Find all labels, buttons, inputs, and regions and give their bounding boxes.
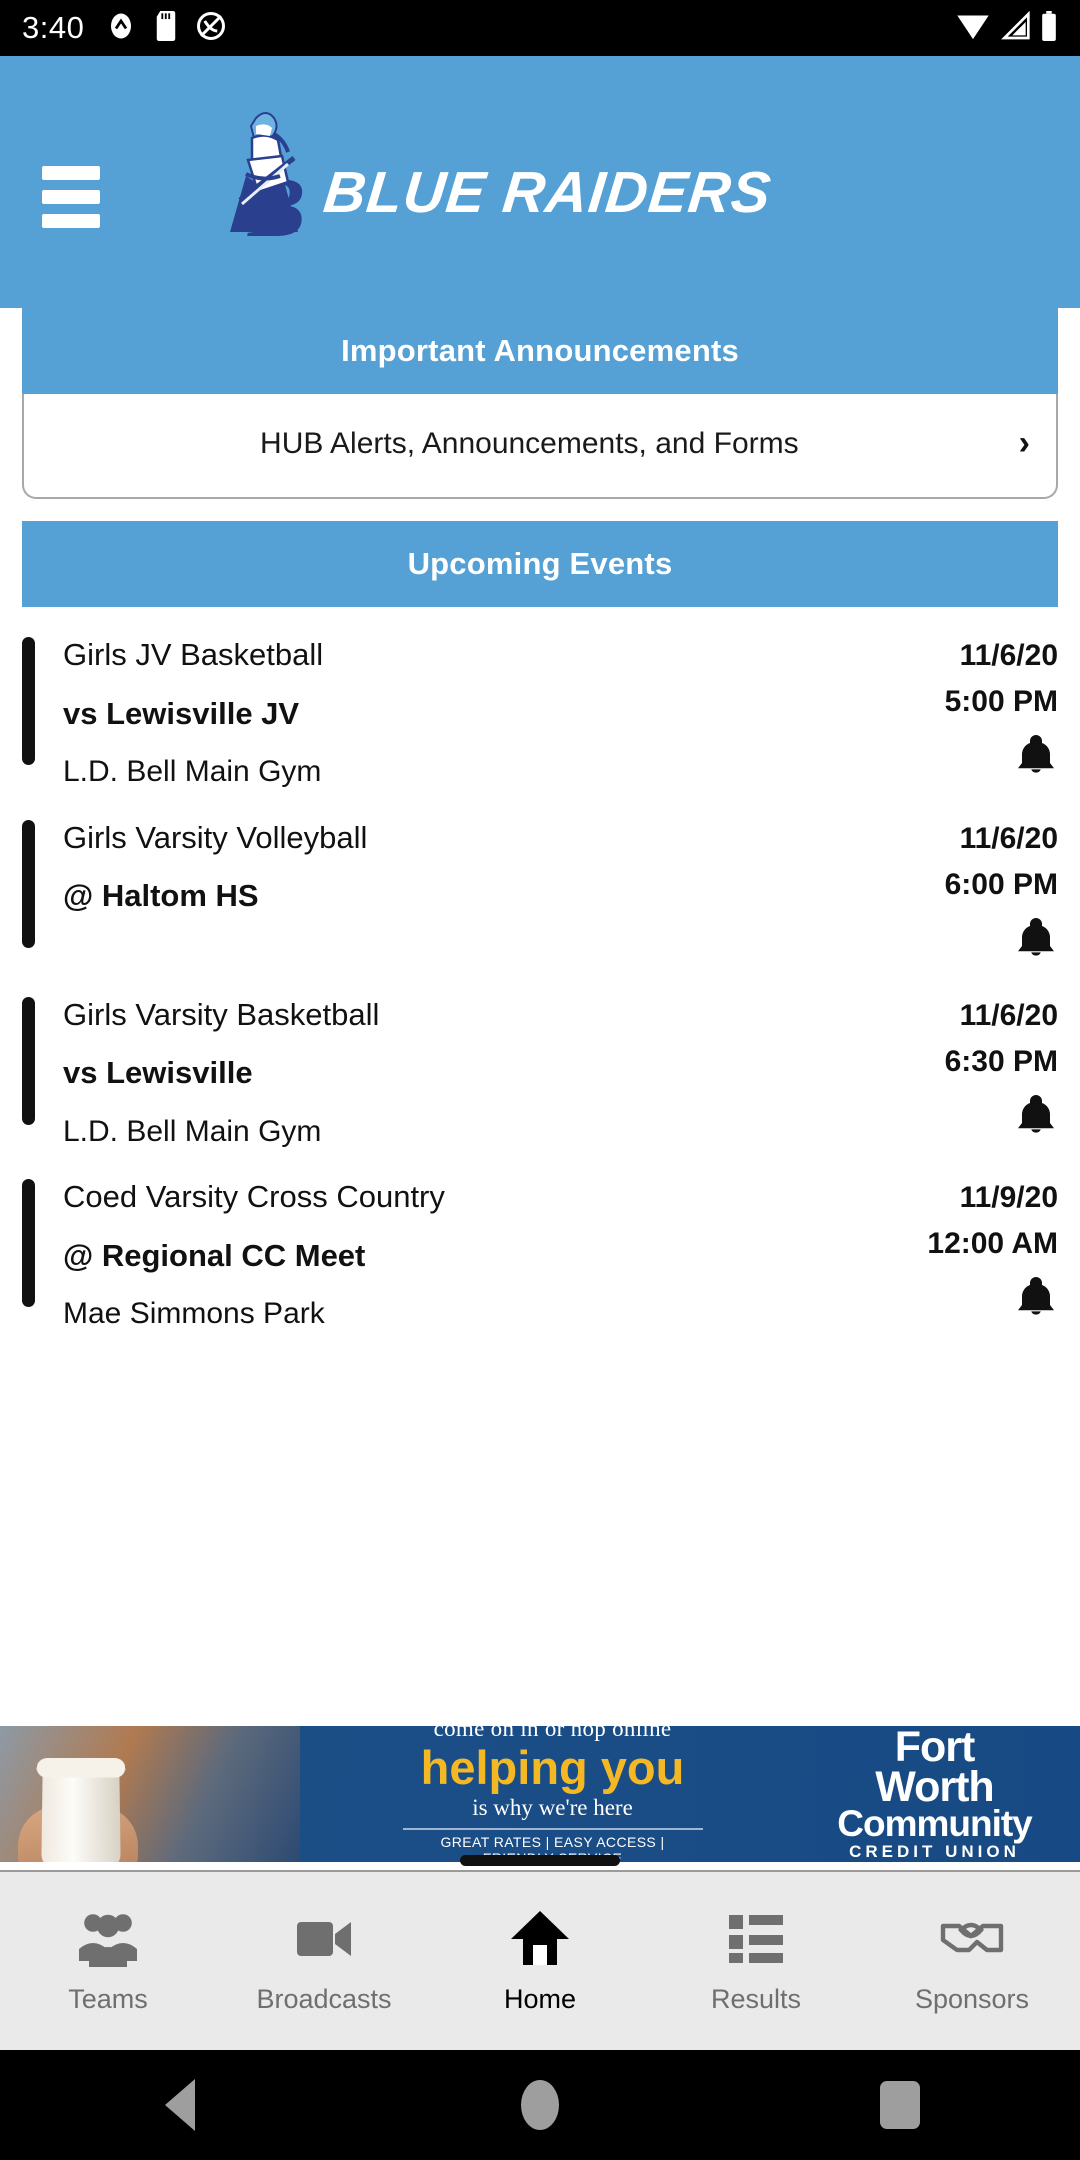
hub-alerts-label: HUB Alerts, Announcements, and Forms: [260, 426, 799, 460]
event-row[interactable]: Girls Varsity Basketball vs Lewisville L…: [0, 996, 1080, 1148]
tab-teams[interactable]: Teams: [0, 1908, 216, 2015]
recents-square-icon[interactable]: [720, 2081, 1080, 2129]
event-sport: Girls Varsity Basketball: [63, 996, 380, 1032]
bottom-tab-bar: Teams Broadcasts Home Results Sponsors: [0, 1870, 1080, 2050]
cell-signal-icon: [999, 10, 1031, 46]
home-circle-icon[interactable]: [360, 2080, 720, 2130]
do-not-disturb-icon: [196, 11, 226, 46]
event-sport: Girls JV Basketball: [63, 637, 324, 672]
ad-copy: come on in or hop online helping you is …: [300, 1726, 805, 1862]
bell-icon[interactable]: [1014, 1273, 1058, 1324]
video-camera-icon: [293, 1908, 355, 1968]
event-details: Coed Varsity Cross Country @ Regional CC…: [63, 1179, 843, 1330]
battery-icon: [1040, 10, 1058, 46]
ad-brand-line-3: Community: [837, 1803, 1032, 1845]
ad-brand-line-4: CREDIT UNION: [849, 1842, 1020, 1862]
event-time: 6:30 PM: [944, 1044, 1058, 1078]
event-date: 11/9/20: [959, 1181, 1058, 1215]
people-group-icon: [77, 1908, 139, 1968]
events-list: Girls JV Basketball vs Lewisville JV L.D…: [0, 637, 1080, 1330]
hamburger-bar: [42, 214, 100, 228]
tab-label: Results: [710, 1983, 802, 2014]
event-meta: 11/6/20 5:00 PM: [843, 637, 1058, 788]
upcoming-events-section: Upcoming Events: [0, 521, 1080, 607]
bell-icon[interactable]: [1014, 731, 1058, 782]
event-venue: L.D. Bell Main Gym: [63, 755, 322, 789]
tab-label: Teams: [68, 1983, 148, 2014]
event-details: Girls Varsity Volleyball @ Haltom HS: [63, 820, 843, 965]
coffee-cup-graphic: [41, 1764, 121, 1862]
app-root: 3:40 B BLUE RAIDERS Important Announceme…: [0, 0, 1080, 2160]
event-time: 6:00 PM: [944, 867, 1058, 901]
chevron-right-icon: ›: [1018, 424, 1030, 462]
hub-alerts-row[interactable]: HUB Alerts, Announcements, and Forms ›: [22, 394, 1058, 499]
chevron-badge-icon: [106, 11, 136, 46]
ad-brand-logo: Fort Worth Community CREDIT UNION: [805, 1726, 1080, 1862]
tab-label: Sponsors: [914, 1983, 1030, 2014]
event-sport: Girls Varsity Volleyball: [63, 819, 368, 855]
event-opponent: vs Lewisville JV: [63, 695, 300, 731]
tab-home[interactable]: Home: [432, 1908, 648, 2015]
tab-broadcasts[interactable]: Broadcasts: [216, 1908, 432, 2015]
status-left-icons: [106, 10, 226, 46]
event-opponent: @ Regional CC Meet: [63, 1237, 366, 1273]
android-nav-bar: [0, 2050, 1080, 2160]
ad-line-2: helping you: [420, 1741, 685, 1795]
ad-brand-line-2: Worth: [875, 1762, 994, 1811]
event-venue: Mae Simmons Park: [63, 1297, 325, 1331]
event-venue: L.D. Bell Main Gym: [63, 1114, 322, 1148]
back-triangle-icon[interactable]: [0, 2079, 360, 2131]
event-row[interactable]: Girls Varsity Volleyball @ Haltom HS 11/…: [0, 819, 1080, 965]
event-meta: 11/9/20 12:00 AM: [843, 1179, 1058, 1330]
tab-label: Broadcasts: [256, 1983, 392, 2014]
announcements-section: Important Announcements HUB Alerts, Anno…: [0, 308, 1080, 499]
wifi-icon: [956, 11, 990, 46]
home-icon: [509, 1908, 571, 1968]
event-date: 11/6/20: [959, 639, 1058, 672]
handshake-icon: [939, 1908, 1005, 1968]
ad-line-3: is why we're here: [472, 1794, 633, 1820]
hamburger-bar: [42, 166, 100, 180]
status-bar: 3:40: [0, 0, 1080, 56]
event-opponent: @ Haltom HS: [63, 878, 259, 914]
event-accent-bar: [22, 637, 35, 765]
status-right-icons: [956, 10, 1058, 46]
tab-sponsors[interactable]: Sponsors: [864, 1908, 1080, 2015]
hamburger-bar: [42, 190, 100, 204]
event-accent-bar: [22, 819, 35, 948]
event-accent-bar: [22, 996, 35, 1125]
event-details: Girls Varsity Basketball vs Lewisville L…: [63, 997, 843, 1148]
scroll-indicator[interactable]: [460, 1855, 620, 1866]
event-time: 12:00 AM: [927, 1227, 1058, 1261]
sponsor-ad-banner[interactable]: come on in or hop online helping you is …: [0, 1726, 1080, 1862]
announcements-title: Important Announcements: [22, 308, 1058, 394]
brand-title: BLUE RAIDERS: [320, 160, 775, 225]
event-details: Girls JV Basketball vs Lewisville JV L.D…: [63, 637, 843, 788]
event-time: 5:00 PM: [944, 685, 1058, 718]
bell-icon[interactable]: [1014, 1091, 1058, 1142]
event-meta: 11/6/20 6:00 PM: [843, 820, 1058, 965]
ad-photo: [0, 1726, 300, 1862]
event-meta: 11/6/20 6:30 PM: [843, 997, 1058, 1148]
event-date: 11/6/20: [959, 821, 1058, 855]
event-row[interactable]: Coed Varsity Cross Country @ Regional CC…: [0, 1179, 1080, 1330]
event-opponent: vs Lewisville: [63, 1055, 253, 1091]
event-row[interactable]: Girls JV Basketball vs Lewisville JV L.D…: [0, 637, 1080, 788]
tab-results[interactable]: Results: [648, 1908, 864, 2015]
ad-line-1: come on in or hop online: [433, 1726, 672, 1742]
list-icon: [727, 1908, 785, 1968]
event-accent-bar: [22, 1179, 35, 1308]
bell-icon[interactable]: [1014, 914, 1058, 965]
status-time: 3:40: [22, 10, 85, 45]
upcoming-events-title: Upcoming Events: [22, 521, 1058, 607]
event-date: 11/6/20: [959, 998, 1058, 1032]
sd-card-icon: [153, 10, 179, 46]
tab-label: Home: [503, 1983, 577, 2014]
brand-logo[interactable]: B BLUE RAIDERS: [212, 104, 775, 255]
ad-brand-line-1: Fort: [894, 1726, 976, 1772]
app-header: B BLUE RAIDERS: [0, 56, 1080, 308]
event-sport: Coed Varsity Cross Country: [63, 1179, 445, 1215]
blue-raiders-knight-logo: B: [212, 104, 316, 255]
hamburger-menu-icon[interactable]: [42, 166, 100, 228]
